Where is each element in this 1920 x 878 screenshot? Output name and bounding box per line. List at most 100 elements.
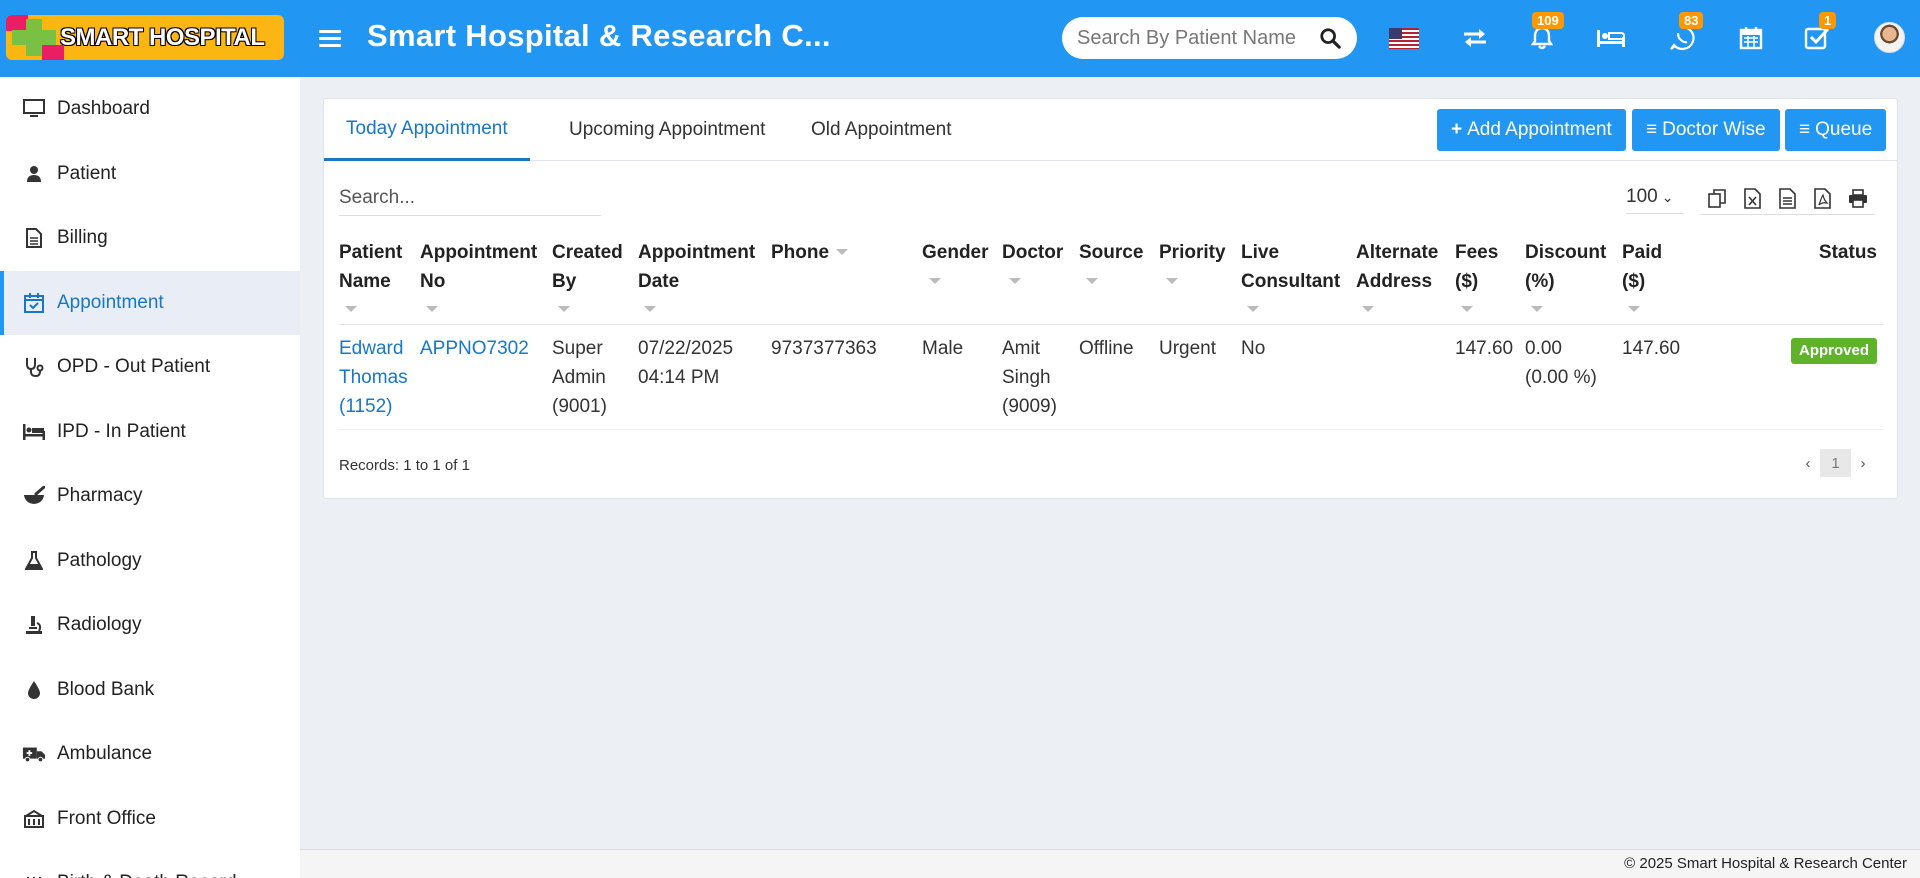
tasks-count-badge: 1 — [1819, 12, 1837, 29]
column-header[interactable]: Doctor — [1002, 233, 1079, 325]
sort-caret-icon[interactable] — [1086, 278, 1098, 284]
pagination-page-1[interactable]: 1 — [1820, 449, 1851, 477]
sort-caret-icon[interactable] — [1531, 306, 1543, 312]
cell-text: Male — [922, 338, 964, 359]
column-header-text: Created — [552, 242, 623, 263]
sidebar-item-pharmacy[interactable]: Pharmacy — [0, 464, 300, 529]
sort-caret-icon[interactable] — [1009, 278, 1021, 284]
csv-icon[interactable] — [1770, 185, 1805, 213]
sidebar-item-ipd-in-patient[interactable]: IPD - In Patient — [0, 400, 300, 465]
switch-icon[interactable] — [1459, 22, 1491, 54]
bell-icon[interactable]: 109 — [1526, 12, 1564, 54]
sort-caret-icon[interactable] — [1461, 306, 1473, 312]
hospital-logo[interactable]: SMART HOSPITAL — [6, 15, 284, 60]
sidebar-item-radiology[interactable]: Radiology — [0, 593, 300, 658]
cell-text[interactable]: (1152) — [339, 396, 393, 417]
column-header[interactable]: Appointment Date — [638, 233, 771, 325]
cell-text[interactable]: Edward — [339, 338, 403, 359]
app-title: Smart Hospital & Research C... — [367, 18, 831, 53]
column-header[interactable]: Source — [1079, 233, 1159, 325]
column-header[interactable]: Discount (%) — [1525, 233, 1622, 325]
column-header[interactable]: Alternate Address — [1356, 233, 1455, 325]
pagination-next-button[interactable]: › — [1851, 449, 1875, 477]
table-search-input[interactable] — [339, 185, 601, 216]
sidebar-item-label: Dashboard — [57, 98, 150, 120]
column-header[interactable]: Phone — [771, 233, 922, 325]
pdf-icon[interactable] — [1805, 185, 1840, 213]
column-header-text: Appointment — [638, 242, 756, 263]
column-header[interactable]: Paid ($) — [1622, 233, 1736, 325]
column-header[interactable]: Status — [1736, 233, 1884, 325]
sort-caret-icon[interactable] — [929, 278, 941, 284]
sort-caret-icon[interactable] — [644, 306, 656, 312]
column-header[interactable]: Fees ($) — [1455, 233, 1525, 325]
search-icon[interactable] — [1319, 27, 1341, 49]
tab-upcoming-appointment[interactable]: Upcoming Appointment — [547, 99, 787, 161]
sort-caret-icon[interactable] — [558, 306, 570, 312]
procedure-bed-icon — [22, 421, 46, 443]
sidebar-item-appointment[interactable]: Appointment — [0, 270, 300, 335]
tab-old-appointment[interactable]: Old Appointment — [789, 99, 973, 161]
column-header[interactable]: Created By — [552, 233, 638, 325]
cell-text: (9009) — [1002, 396, 1057, 417]
patient-search-input[interactable] — [1077, 26, 1307, 50]
task-check-icon[interactable]: 1 — [1801, 12, 1837, 54]
column-header-text: Doctor — [1002, 242, 1064, 263]
sidebar-item-label: Birth & Death Record — [57, 872, 237, 878]
column-header[interactable]: Patient Name — [339, 233, 420, 325]
sidebar-item-opd-out-patient[interactable]: OPD - Out Patient — [0, 335, 300, 400]
flag-us-icon[interactable] — [1389, 28, 1419, 49]
sidebar-item-billing[interactable]: Billing — [0, 206, 300, 271]
add-appointment-button[interactable]: + Add Appointment — [1437, 109, 1626, 151]
list-icon: ≡ — [1646, 119, 1658, 140]
bed-icon[interactable] — [1595, 22, 1627, 54]
sort-caret-icon[interactable] — [1247, 306, 1259, 312]
sort-caret-icon[interactable] — [836, 249, 849, 255]
sidebar-item-ambulance[interactable]: Ambulance — [0, 722, 300, 787]
birth-death-icon — [22, 872, 46, 878]
page-length-select[interactable]: 100 ⌄ — [1626, 186, 1684, 214]
cell-text[interactable]: APPNO7302 — [420, 338, 529, 359]
cell-text: 0.00 — [1525, 338, 1562, 359]
pagination: ‹ 1 › — [1796, 449, 1875, 477]
copy-icon[interactable] — [1700, 185, 1735, 213]
sort-caret-icon[interactable] — [426, 306, 438, 312]
queue-button[interactable]: ≡ Queue — [1785, 109, 1887, 151]
menu-toggle-icon[interactable] — [319, 26, 341, 50]
pagination-prev-button[interactable]: ‹ — [1796, 449, 1820, 477]
sidebar-item-patient[interactable]: Patient — [0, 142, 300, 207]
cell-patient-name[interactable]: Edward Thomas (1152) — [339, 324, 420, 430]
list-icon: ≡ — [1799, 119, 1811, 140]
column-header-text: Alternate — [1356, 242, 1439, 263]
sidebar-item-dashboard[interactable]: Dashboard — [0, 77, 300, 142]
sidebar-item-birth-death-record[interactable]: Birth & Death Record — [0, 851, 300, 878]
sort-caret-icon[interactable] — [1628, 306, 1640, 312]
sidebar-item-pathology[interactable]: Pathology — [0, 529, 300, 594]
sidebar-item-blood-bank[interactable]: Blood Bank — [0, 658, 300, 723]
whatsapp-icon[interactable]: 83 — [1666, 12, 1704, 54]
stethoscope-icon — [22, 356, 46, 378]
sidebar-item-front-office[interactable]: Front Office — [0, 787, 300, 852]
user-avatar[interactable] — [1874, 22, 1905, 53]
column-header[interactable]: Gender — [922, 233, 1002, 325]
sort-caret-icon[interactable] — [1362, 306, 1374, 312]
sort-caret-icon[interactable] — [345, 306, 357, 312]
print-icon[interactable] — [1840, 185, 1875, 213]
column-header[interactable]: Priority — [1159, 233, 1241, 325]
tab-today-appointment[interactable]: Today Appointment — [324, 99, 530, 161]
calendar-icon[interactable] — [1735, 22, 1767, 54]
column-header[interactable]: Appointment No — [420, 233, 552, 325]
cell-text[interactable]: Thomas — [339, 367, 408, 388]
table-row[interactable]: Edward Thomas (1152) APPNO7302 Super Admin (90… — [339, 324, 1884, 430]
doctor-wise-button[interactable]: ≡ Doctor Wise — [1632, 109, 1780, 151]
doctor-wise-label: Doctor Wise — [1662, 119, 1766, 140]
sidebar-item-label: Patient — [57, 162, 117, 184]
calendar-check-icon — [22, 292, 46, 314]
column-header[interactable]: Live Consultant — [1241, 233, 1356, 325]
cell-appointment-no[interactable]: APPNO7302 — [420, 324, 552, 430]
cell-source: Offline — [1079, 324, 1159, 430]
excel-icon[interactable] — [1735, 185, 1770, 213]
cell-status: Approved — [1736, 324, 1884, 430]
page-footer: © 2025 Smart Hospital & Research Center — [300, 849, 1920, 878]
sort-caret-icon[interactable] — [1166, 278, 1178, 284]
